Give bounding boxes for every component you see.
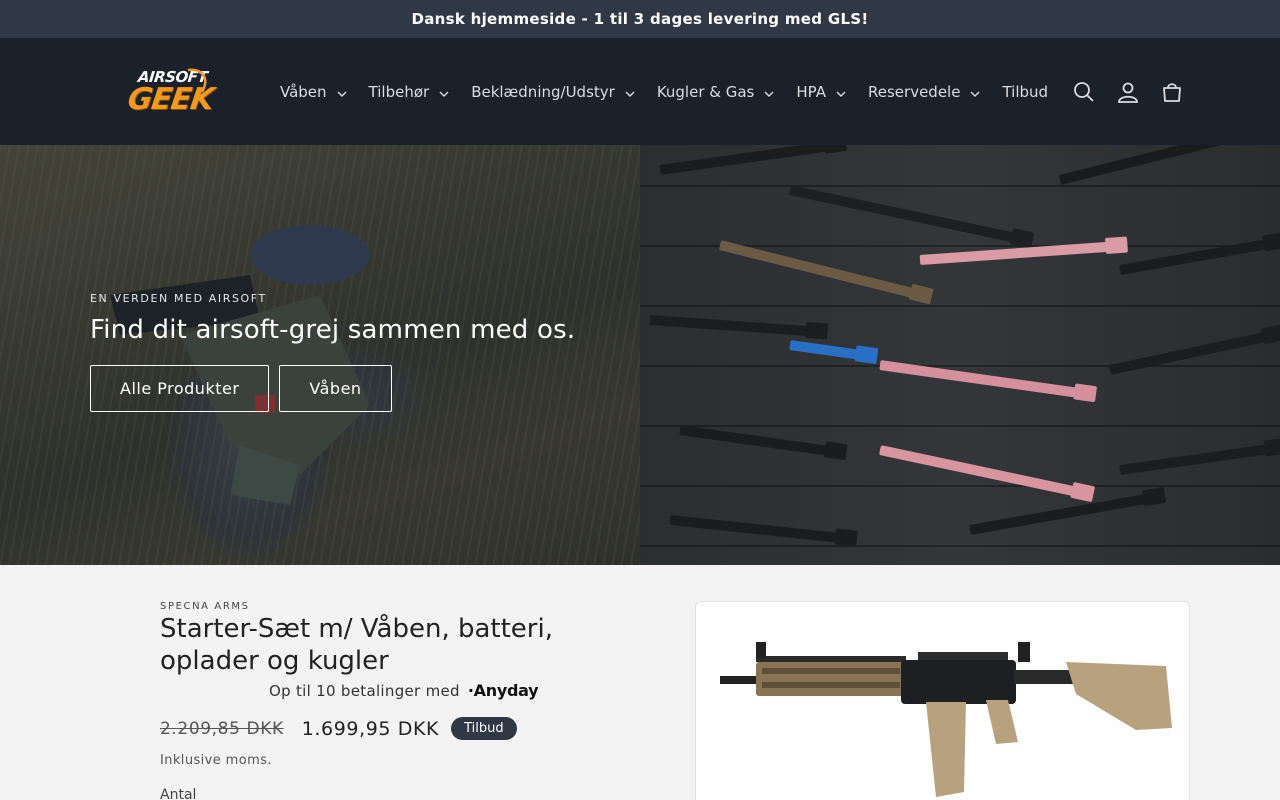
anyday-brand: Anyday xyxy=(473,681,539,700)
chevron-down-icon xyxy=(970,83,980,101)
hero-banner: EN VERDEN MED AIRSOFT Find dit airsoft-g… xyxy=(0,145,1280,565)
all-products-button[interactable]: Alle Produkter xyxy=(90,365,270,412)
hero-eyebrow: EN VERDEN MED AIRSOFT xyxy=(90,292,267,305)
wall-slat xyxy=(640,305,1280,307)
main-nav: Våben Tilbehør Beklædning/Udstyr Kugler … xyxy=(280,38,1070,145)
nav-label: Våben xyxy=(280,82,327,101)
tax-note: Inklusive moms. xyxy=(160,753,272,768)
price-row: 2.209,85 DKK 1.699,95 DKK Tilbud xyxy=(160,717,517,740)
nav-label: Kugler & Gas xyxy=(656,82,755,101)
rifle xyxy=(1058,145,1246,185)
rifle xyxy=(718,240,916,299)
wall-slat xyxy=(640,365,1280,367)
anyday-logo: ·Anyday xyxy=(467,681,539,700)
rifle xyxy=(878,445,1077,497)
header-icons xyxy=(1072,38,1184,145)
hero-buttons: Alle Produkter Våben xyxy=(90,365,575,412)
announcement-text: Dansk hjemmeside - 1 til 3 dages leverin… xyxy=(411,10,869,28)
sale-badge: Tilbud xyxy=(451,717,517,740)
nav-item-hpa[interactable]: HPA xyxy=(796,83,846,101)
site-header: AIRSOFT GEEK Våben Tilbehør Beklædning/U… xyxy=(0,38,1280,145)
wall-slat xyxy=(640,545,1280,547)
rifle xyxy=(1119,444,1270,475)
compare-price: 2.209,85 DKK xyxy=(160,718,284,739)
chevron-down-icon xyxy=(439,83,449,101)
nav-item-vaaben[interactable]: Våben xyxy=(280,83,347,101)
nav-item-beklaedning[interactable]: Beklædning/Udstyr xyxy=(471,83,635,101)
nav-label: HPA xyxy=(796,82,826,101)
search-icon[interactable] xyxy=(1072,80,1096,104)
logo-swoosh-icon xyxy=(187,68,207,93)
sale-price: 1.699,95 DKK xyxy=(301,717,440,740)
nav-item-tilbehor[interactable]: Tilbehør xyxy=(369,83,450,101)
nav-label: Tilbud xyxy=(1002,82,1049,101)
weapons-button[interactable]: Våben xyxy=(279,365,392,412)
wall-slat xyxy=(640,425,1280,427)
cart-icon[interactable] xyxy=(1160,80,1184,104)
nav-label: Beklædning/Udstyr xyxy=(471,82,615,101)
nav-item-tilbud[interactable]: Tilbud xyxy=(1002,83,1048,101)
chevron-down-icon xyxy=(337,83,347,101)
hero-title: Find dit airsoft-grej sammen med os. xyxy=(90,315,576,345)
installments-note: Op til 10 betalinger med ·Anyday xyxy=(269,681,539,700)
rifle xyxy=(649,315,810,337)
rifle xyxy=(659,145,830,175)
product-title: Starter-Sæt m/ Våben, batteri, oplader o… xyxy=(160,614,553,676)
chevron-down-icon xyxy=(764,83,774,101)
account-icon[interactable] xyxy=(1116,80,1140,104)
nav-label: Tilbehør xyxy=(368,82,430,101)
announcement-bar: Dansk hjemmeside - 1 til 3 dages leverin… xyxy=(0,0,1280,38)
wall-slat xyxy=(640,485,1280,487)
installments-text: Op til 10 betalinger med xyxy=(269,681,460,700)
chevron-down-icon xyxy=(625,83,635,101)
nav-item-reservedele[interactable]: Reservedele xyxy=(868,83,980,101)
hero-image-wall xyxy=(640,145,1280,565)
chevron-down-icon xyxy=(836,83,846,101)
wall-slat xyxy=(640,185,1280,187)
nav-label: Reservedele xyxy=(868,82,961,101)
product-vendor: SPECNA ARMS xyxy=(160,601,250,612)
rifle xyxy=(679,425,830,456)
rifle xyxy=(669,515,840,543)
rifle xyxy=(1108,331,1268,375)
hero-content: EN VERDEN MED AIRSOFT Find dit airsoft-g… xyxy=(90,292,575,412)
featured-product: SPECNA ARMS Starter-Sæt m/ Våben, batter… xyxy=(0,565,1280,800)
product-image[interactable] xyxy=(695,601,1190,800)
rifle xyxy=(789,340,861,360)
rifle-image xyxy=(720,642,1172,797)
logo[interactable]: AIRSOFT GEEK xyxy=(126,66,216,118)
rifle xyxy=(969,493,1149,535)
quantity-label: Antal xyxy=(160,787,197,800)
nav-item-kugler-gas[interactable]: Kugler & Gas xyxy=(657,83,775,101)
rifle xyxy=(788,185,1017,243)
